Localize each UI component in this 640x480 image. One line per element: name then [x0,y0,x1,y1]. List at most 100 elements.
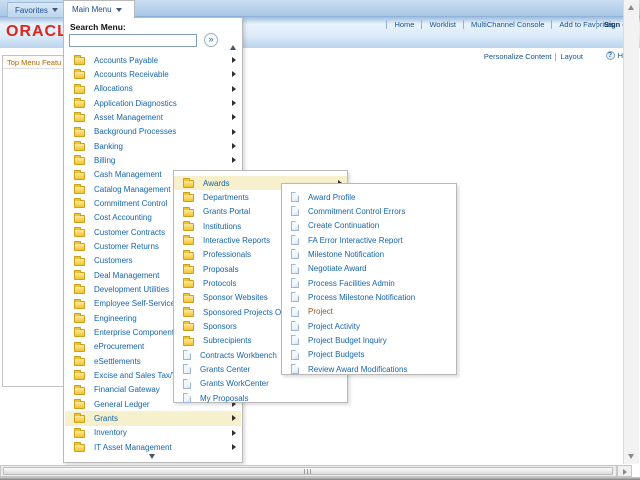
submenu-arrow-icon [232,444,236,450]
menu-search-input[interactable] [69,34,197,47]
menu-item-label: Protocols [203,279,236,288]
menu-item[interactable]: Process Facilities Admin [282,276,456,290]
menu-item-label: Interactive Reports [203,236,270,245]
menu-item-label: Subrecipients [203,336,251,345]
nav-link-label[interactable]: MultiChannel Console [471,20,544,29]
menu-item-label: Allocations [94,84,133,93]
menu-item-label: Contracts Workbench [200,351,277,360]
menu-item[interactable]: Project Budgets [282,348,456,362]
folder-icon [74,114,85,122]
folder-icon [183,180,194,188]
folder-icon [74,229,85,237]
scroll-up-arrow-icon[interactable] [628,5,634,10]
menu-item-label: Professionals [203,250,251,259]
nav-link[interactable]: MultiChannel Console [456,20,544,29]
submenu-arrow-icon [232,415,236,421]
help-question-icon[interactable]: ? [606,51,615,60]
menu-item-label: Excise and Sales Tax/V [94,371,177,380]
menu-item[interactable]: Milestone Notification [282,247,456,261]
nav-link-label[interactable]: Home [394,20,414,29]
menu-item-label: Sponsored Projects Off [203,308,286,317]
folder-icon [183,194,194,202]
menu-item[interactable]: Project Activity [282,319,456,333]
personalize-bar: Personalize Content Layout [484,52,583,61]
submenu-arrow-icon [232,100,236,106]
page-icon [291,249,299,259]
folder-icon [74,387,85,395]
menu-item-label: Award Profile [308,193,355,202]
folder-icon [74,258,85,266]
folder-icon [74,100,85,108]
menu-item-label: Inventory [94,428,127,437]
menu-item[interactable]: Create Continuation [282,219,456,233]
menu-item[interactable]: Award Profile [282,190,456,204]
menu-item[interactable]: Application Diagnostics [65,96,241,110]
menu-item[interactable]: Billing [65,153,241,167]
menu-item[interactable]: Project [282,305,456,319]
submenu-arrow-icon [232,143,236,149]
menu-item-label: Grants [94,414,118,423]
scroll-down-icon[interactable] [149,454,155,459]
horizontal-scrollbar-thumb[interactable] [3,467,613,475]
menu-item[interactable]: Allocations [65,82,241,96]
menu-item[interactable]: Accounts Payable [65,53,241,67]
menu-item[interactable]: Accounts Receivable [65,67,241,81]
menu-item[interactable]: Asset Management [65,110,241,124]
menu-item[interactable]: Process Milestone Notification [282,290,456,304]
menu-item[interactable]: Grants WorkCenter [174,377,347,391]
folder-icon [74,444,85,452]
folder-icon [183,223,194,231]
menu-item-label: Banking [94,142,123,151]
favorites-tab-label: Favorites [15,6,48,15]
menu-item[interactable]: Commitment Control Errors [282,204,456,218]
menu-item-label: eProcurement [94,342,144,351]
menu-item-label: Customer Returns [94,242,159,251]
menu-item[interactable]: Review Award Modifications [282,362,456,376]
menu-item[interactable]: Grants [65,411,241,425]
favorites-menu-tab[interactable]: Favorites [7,2,66,17]
search-menu-label: Search Menu: [70,22,126,32]
scroll-right-button[interactable] [617,465,632,477]
scroll-down-arrow-icon[interactable] [628,454,634,459]
menu-item[interactable]: FA Error Interactive Report [282,233,456,247]
menu-item-label: Accounts Payable [94,56,158,65]
menu-item-label: Project Budgets [308,350,364,359]
menu-item[interactable]: My Proposals [174,391,347,405]
search-go-button[interactable]: » [204,33,218,47]
menu-item-label: Review Award Modifications [308,365,407,374]
folder-icon [183,280,194,288]
main-menu-tab[interactable]: Main Menu [63,0,135,18]
main-menu-tab-label: Main Menu [72,5,112,14]
horizontal-scrollbar[interactable] [0,465,617,477]
menu-item-label: Deal Management [94,271,159,280]
chevron-down-icon [52,8,58,12]
menu-item[interactable]: Banking [65,139,241,153]
page-icon [291,192,299,202]
menu-item-label: Institutions [203,222,241,231]
menu-item[interactable]: Negotiate Award [282,262,456,276]
personalize-content-link[interactable]: Personalize Content [484,52,552,61]
menu-item-label: Project [308,307,333,316]
menu-item[interactable]: Inventory [65,426,241,440]
folder-icon [74,86,85,94]
divider [551,20,552,29]
menu-item-label: Project Activity [308,322,360,331]
page-icon [291,221,299,231]
nav-link[interactable]: Home [379,20,414,29]
menu-item-label: Employee Self-Service [94,299,175,308]
page-icon [183,393,191,403]
scroll-up-icon[interactable] [230,45,236,50]
menu-item-label: Project Budget Inquiry [308,336,387,345]
menu-item-label: eSettlements [94,357,141,366]
menu-item-label: Cash Management [94,170,162,179]
vertical-scrollbar[interactable] [623,0,639,464]
page-icon [183,379,191,389]
menu-item[interactable]: Background Processes [65,125,241,139]
layout-link[interactable]: Layout [560,52,583,61]
menu-item[interactable]: Project Budget Inquiry [282,333,456,347]
menu-item[interactable]: IT Asset Management [65,440,241,454]
page-icon [291,350,299,360]
nav-link-label[interactable]: Worklist [429,20,456,29]
nav-link[interactable]: Worklist [414,20,456,29]
menu-item-label: Accounts Receivable [94,70,169,79]
